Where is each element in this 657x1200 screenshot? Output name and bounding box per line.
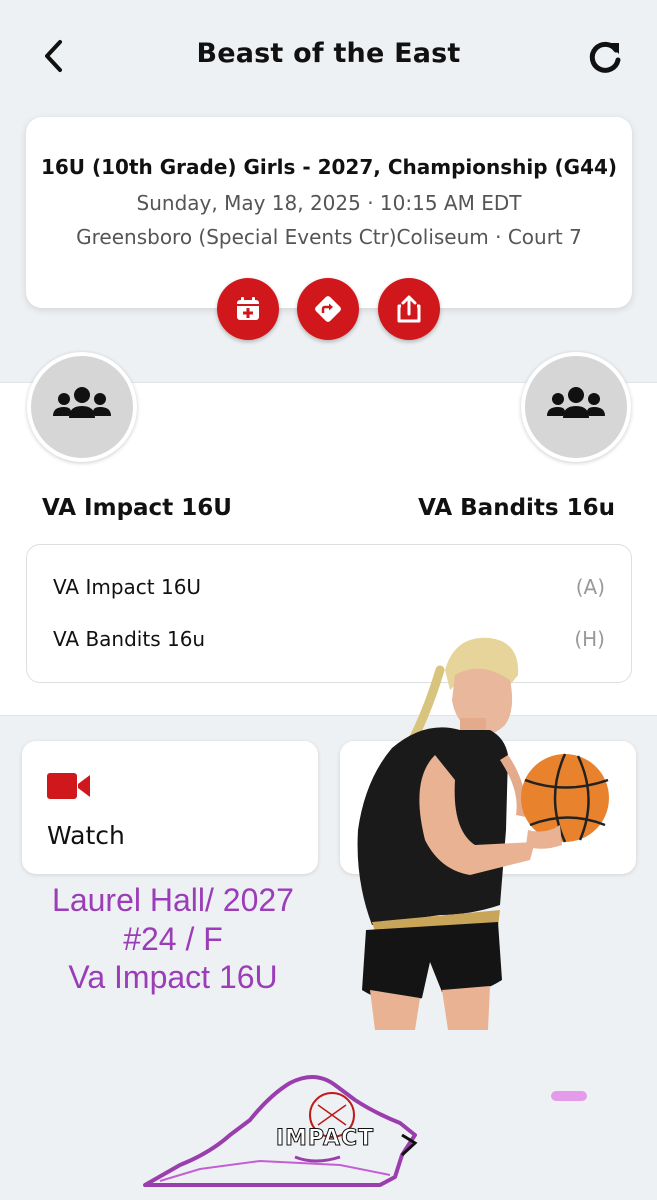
away-team-avatar[interactable] <box>27 352 137 462</box>
player-name-year: Laurel Hall/ 2027 <box>52 882 294 918</box>
watch-label: Watch <box>47 821 125 850</box>
directions-icon <box>315 296 341 322</box>
watch-button[interactable]: Watch <box>22 741 318 874</box>
team-group-icon <box>547 387 605 418</box>
team-group-icon <box>53 387 111 418</box>
home-team-name[interactable]: VA Bandits 16u <box>418 495 615 521</box>
player-team: Va Impact 16U <box>68 959 278 995</box>
game-division: 16U (10th Grade) Girls - 2027, Champions… <box>40 155 618 179</box>
player-photo <box>357 637 609 1030</box>
page-title: Beast of the East <box>196 38 461 69</box>
directions-button[interactable] <box>297 278 359 340</box>
refresh-button[interactable] <box>584 36 626 78</box>
matchup-team-name: VA Bandits 16u <box>53 627 206 651</box>
video-camera-icon <box>47 773 90 799</box>
refresh-icon <box>589 41 621 73</box>
add-to-calendar-button[interactable] <box>217 278 279 340</box>
pink-scribble <box>551 1091 587 1101</box>
away-tag: (A) <box>575 575 605 599</box>
home-team-avatar[interactable] <box>521 352 631 462</box>
matchup-row-away: VA Impact 16U (A) <box>53 572 605 602</box>
game-venue: Greensboro (Special Events Ctr)Coliseum … <box>76 225 582 249</box>
player-number-position: #24 / F <box>123 921 223 957</box>
logo-text: IMPACT <box>275 1126 375 1152</box>
game-datetime: Sunday, May 18, 2025 · 10:15 AM EDT <box>136 191 522 215</box>
share-button[interactable] <box>378 278 440 340</box>
away-team-name[interactable]: VA Impact 16U <box>42 495 232 521</box>
matchup-team-name: VA Impact 16U <box>53 575 202 599</box>
calendar-add-icon <box>237 297 259 320</box>
header: Beast of the East <box>0 0 657 112</box>
share-icon <box>397 295 421 323</box>
